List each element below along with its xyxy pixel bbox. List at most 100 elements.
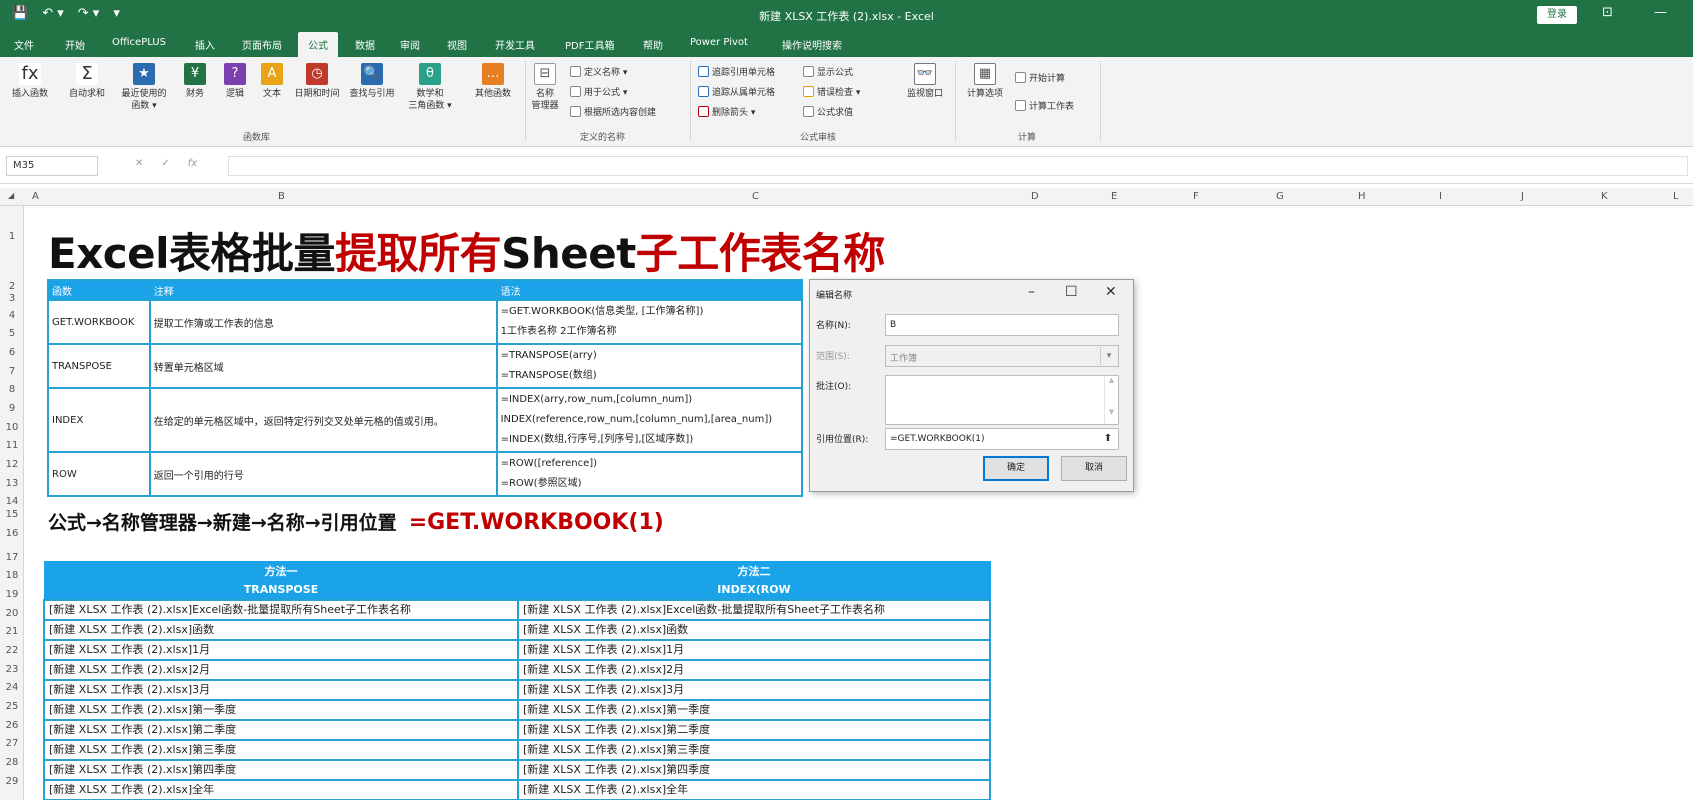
method2-cell[interactable]: [新建 XLSX 工作表 (2).xlsx]第二季度 (516, 718, 992, 741)
row-header-10[interactable]: 10 (0, 422, 24, 433)
function-button-6[interactable]: ◷ 日期和时间 (290, 63, 344, 100)
calculate-now-button[interactable]: 开始计算 (1015, 71, 1065, 84)
row-header-17[interactable]: 17 (0, 552, 24, 563)
row-header-25[interactable]: 25 (0, 701, 24, 712)
function-button-8[interactable]: θ 数学和 三角函数 ▾ (400, 63, 460, 112)
column-header-B[interactable]: B (278, 191, 285, 202)
minimize-button[interactable]: — (1654, 5, 1667, 20)
collapse-dialog-icon[interactable]: ⬆ (1099, 430, 1117, 448)
show-formulas-button[interactable]: 显示公式 (803, 65, 853, 78)
row-header-20[interactable]: 20 (0, 608, 24, 619)
row-header-28[interactable]: 28 (0, 757, 24, 768)
row-header-14[interactable]: 14 (0, 496, 24, 507)
row-header-8[interactable]: 8 (0, 384, 24, 395)
tab-4[interactable]: 页面布局 (242, 37, 282, 52)
method1-cell[interactable]: [新建 XLSX 工作表 (2).xlsx]2月 (43, 658, 519, 681)
column-header-G[interactable]: G (1276, 191, 1284, 202)
method1-cell[interactable]: [新建 XLSX 工作表 (2).xlsx]第四季度 (43, 758, 519, 781)
row-header-7[interactable]: 7 (0, 366, 24, 377)
method1-cell[interactable]: [新建 XLSX 工作表 (2).xlsx]Excel函数-批量提取所有Shee… (43, 598, 519, 621)
row-header-22[interactable]: 22 (0, 645, 24, 656)
define-name-button[interactable]: 定义名称 ▾ (570, 65, 627, 78)
row-header-12[interactable]: 12 (0, 459, 24, 470)
row-header-9[interactable]: 9 (0, 403, 24, 414)
function-button-3[interactable]: ¥ 财务 (178, 63, 212, 100)
watch-window-button[interactable]: 👓 监视窗口 (900, 63, 950, 100)
row-header-23[interactable]: 23 (0, 664, 24, 675)
formula-input[interactable] (228, 156, 1688, 176)
column-header-H[interactable]: H (1358, 191, 1366, 202)
tab-3[interactable]: 插入 (195, 37, 215, 52)
method2-cell[interactable]: [新建 XLSX 工作表 (2).xlsx]函数 (516, 618, 992, 641)
method2-cell[interactable]: [新建 XLSX 工作表 (2).xlsx]2月 (516, 658, 992, 681)
tab-2[interactable]: OfficePLUS (112, 37, 166, 48)
tab-11[interactable]: 帮助 (643, 37, 663, 52)
column-header-J[interactable]: J (1521, 191, 1524, 202)
row-header-4[interactable]: 4 (0, 310, 24, 321)
column-header-I[interactable]: I (1439, 191, 1442, 202)
name-manager-button[interactable]: ⊟ 名称 管理器 (530, 63, 560, 112)
tab-8[interactable]: 视图 (447, 37, 467, 52)
error-checking-button[interactable]: 错误检查 ▾ (803, 85, 860, 98)
calculation-options-button[interactable]: ▦ 计算选项 (960, 63, 1010, 100)
function-button-5[interactable]: A 文本 (255, 63, 289, 100)
calculate-sheet-button[interactable]: 计算工作表 (1015, 99, 1074, 112)
name-box[interactable]: M35 (6, 156, 98, 176)
column-header-E[interactable]: E (1111, 191, 1117, 202)
comment-field[interactable]: ▲ ▼ (885, 375, 1119, 425)
create-from-selection-button[interactable]: 根据所选内容创建 (570, 105, 656, 118)
minimize-icon[interactable]: – (1028, 284, 1035, 300)
name-field[interactable]: B (885, 314, 1119, 336)
tab-9[interactable]: 开发工具 (495, 37, 535, 52)
close-icon[interactable]: ✕ (1105, 284, 1117, 300)
row-header-16[interactable]: 16 (0, 528, 24, 539)
tab-6[interactable]: 数据 (355, 37, 375, 52)
tab-12[interactable]: Power Pivot (690, 37, 748, 48)
function-button-0[interactable]: fx 插入函数 (8, 63, 52, 100)
ok-button[interactable]: 确定 (983, 456, 1049, 481)
column-header-K[interactable]: K (1601, 191, 1608, 202)
scope-select[interactable]: 工作簿 ▾ (885, 345, 1119, 367)
tab-10[interactable]: PDF工具箱 (565, 37, 614, 52)
row-header-1[interactable]: 1 (0, 231, 24, 242)
method2-cell[interactable]: [新建 XLSX 工作表 (2).xlsx]第四季度 (516, 758, 992, 781)
method1-cell[interactable]: [新建 XLSX 工作表 (2).xlsx]3月 (43, 678, 519, 701)
maximize-icon[interactable]: ☐ (1065, 284, 1078, 300)
row-header-21[interactable]: 21 (0, 626, 24, 637)
method2-cell[interactable]: [新建 XLSX 工作表 (2).xlsx]Excel函数-批量提取所有Shee… (516, 598, 992, 621)
method1-cell[interactable]: [新建 XLSX 工作表 (2).xlsx]1月 (43, 638, 519, 661)
tab-5[interactable]: 公式 (298, 32, 338, 57)
trace-precedents-button[interactable]: 追踪引用单元格 (698, 65, 775, 78)
remove-arrows-button[interactable]: 删除箭头 ▾ (698, 105, 755, 118)
row-header-5[interactable]: 5 (0, 328, 24, 339)
function-button-7[interactable]: 🔍 查找与引用 (345, 63, 399, 100)
row-header-24[interactable]: 24 (0, 682, 24, 693)
tab-13[interactable]: 操作说明搜索 (782, 37, 842, 52)
tab-0[interactable]: 文件 (14, 37, 34, 52)
fx-icon[interactable]: fx (188, 158, 197, 169)
select-all-corner[interactable]: ◢ (8, 191, 14, 200)
method2-cell[interactable]: [新建 XLSX 工作表 (2).xlsx]全年 (516, 778, 992, 800)
method2-cell[interactable]: [新建 XLSX 工作表 (2).xlsx]第三季度 (516, 738, 992, 761)
row-header-2[interactable]: 2 (0, 281, 24, 292)
method1-cell[interactable]: [新建 XLSX 工作表 (2).xlsx]函数 (43, 618, 519, 641)
row-header-26[interactable]: 26 (0, 720, 24, 731)
row-header-6[interactable]: 6 (0, 347, 24, 358)
method1-cell[interactable]: [新建 XLSX 工作表 (2).xlsx]第二季度 (43, 718, 519, 741)
cancel-icon[interactable]: ✕ (135, 158, 143, 169)
row-header-29[interactable]: 29 (0, 776, 24, 787)
row-header-19[interactable]: 19 (0, 589, 24, 600)
row-header-13[interactable]: 13 (0, 478, 24, 489)
column-header-A[interactable]: A (32, 191, 39, 202)
comment-scrollbar[interactable]: ▲ ▼ (1104, 376, 1118, 424)
login-button[interactable]: 登录 (1537, 6, 1577, 24)
method1-cell[interactable]: [新建 XLSX 工作表 (2).xlsx]第三季度 (43, 738, 519, 761)
column-header-C[interactable]: C (752, 191, 759, 202)
use-in-formula-button[interactable]: 用于公式 ▾ (570, 85, 627, 98)
cancel-button[interactable]: 取消 (1061, 456, 1127, 481)
row-header-3[interactable]: 3 (0, 293, 24, 304)
method2-cell[interactable]: [新建 XLSX 工作表 (2).xlsx]3月 (516, 678, 992, 701)
row-header-18[interactable]: 18 (0, 570, 24, 581)
function-button-2[interactable]: ★ 最近使用的 函数 ▾ (115, 63, 173, 112)
column-header-D[interactable]: D (1031, 191, 1039, 202)
